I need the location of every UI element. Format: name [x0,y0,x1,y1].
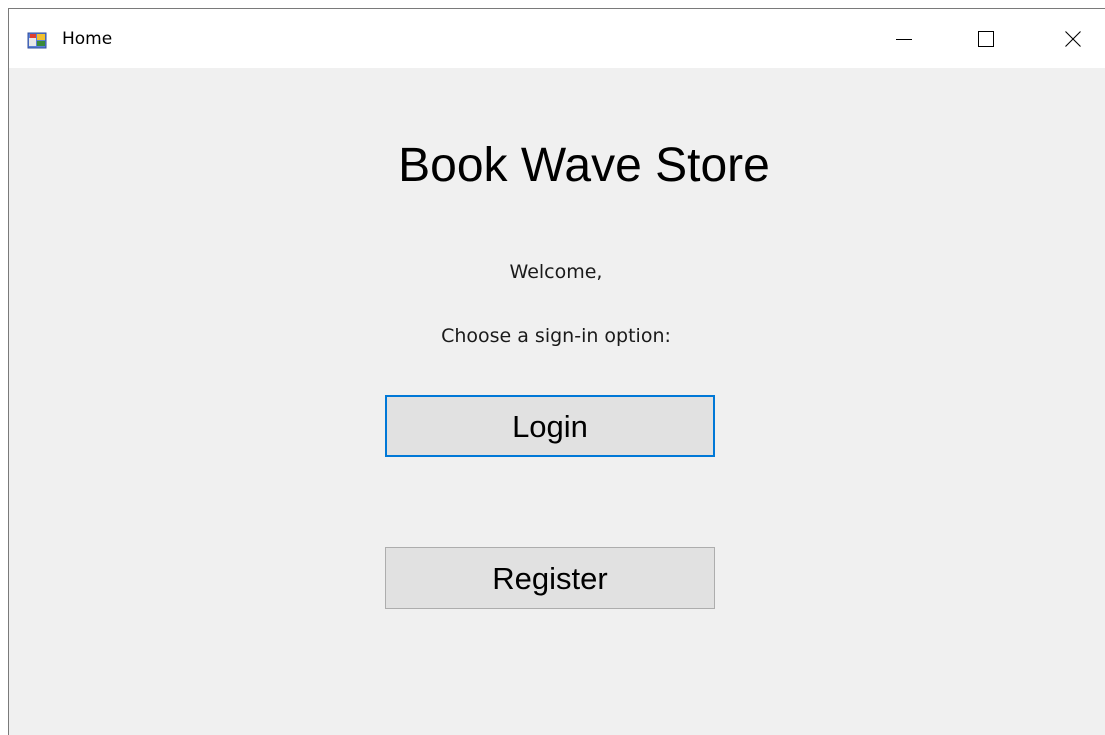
form-client-area: Book Wave Store Welcome, Choose a sign-i… [9,68,1105,735]
login-button-label: Login [512,409,588,444]
app-window: Home Book Wave Store Welcome, Choose a s… [8,8,1105,735]
register-button-label: Register [492,561,608,596]
maximize-icon [978,30,994,47]
store-heading: Book Wave Store [398,139,770,192]
register-button[interactable]: Register [385,547,715,609]
close-button[interactable] [1041,9,1105,68]
minimize-icon [896,38,912,40]
minimize-button[interactable] [872,9,936,68]
title-bar[interactable]: Home [9,9,1105,68]
sign-in-prompt-label: Choose a sign-in option: [441,325,671,347]
app-icon[interactable] [27,31,47,49]
welcome-label: Welcome, [509,261,603,283]
window-title: Home [62,29,113,49]
login-button[interactable]: Login [385,395,715,457]
maximize-button[interactable] [954,9,1018,68]
close-icon [1065,30,1081,47]
